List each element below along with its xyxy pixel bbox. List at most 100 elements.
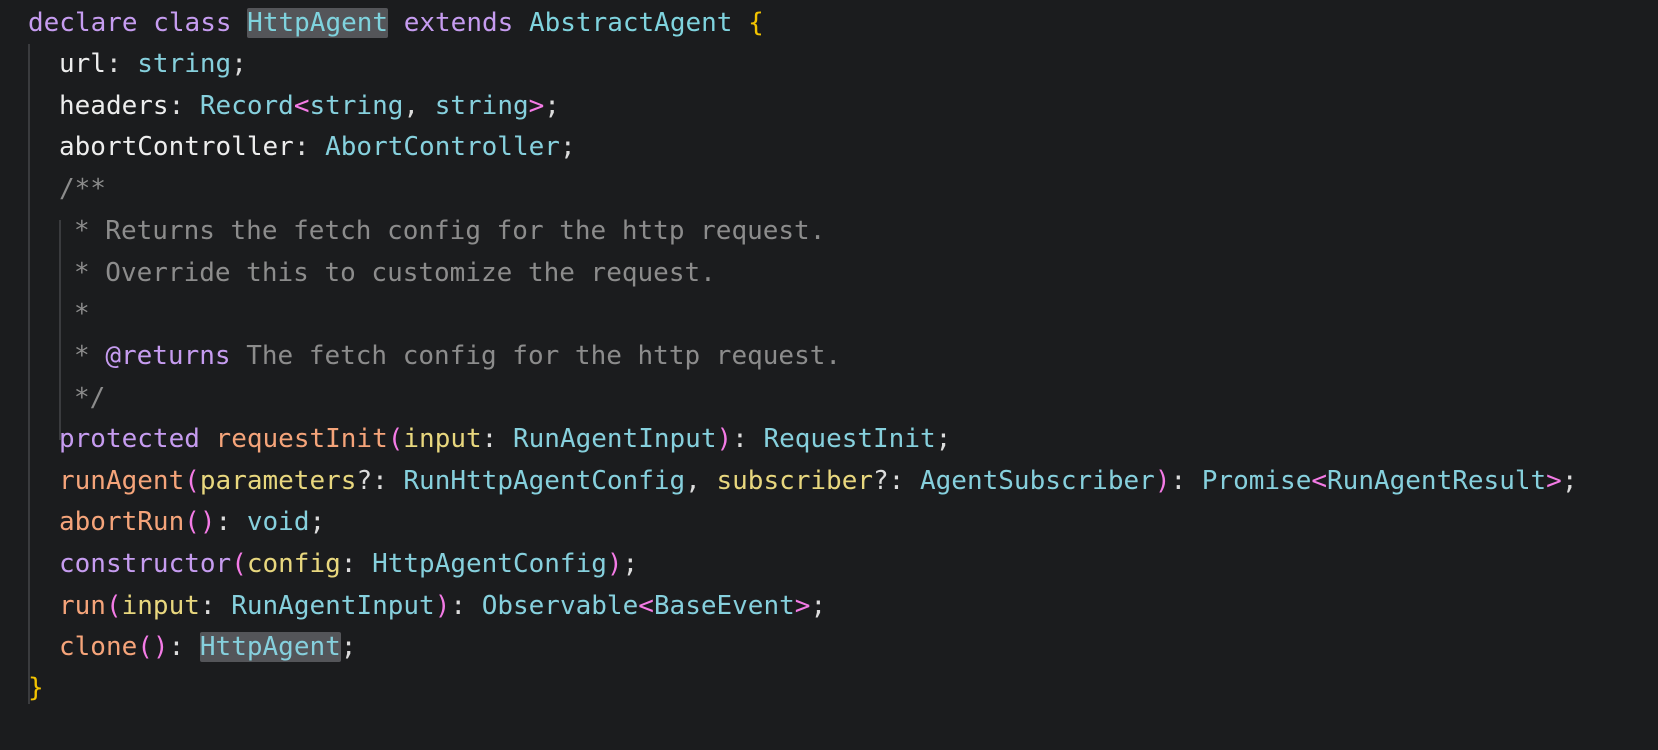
code-line-11[interactable]: protected requestInit(input: RunAgentInp…: [59, 417, 951, 461]
parens: (): [137, 632, 169, 662]
declare-keyword: declare: [28, 8, 138, 38]
code-line-17[interactable]: }: [28, 666, 44, 710]
type-arg: BaseEvent: [653, 591, 795, 621]
property-name: headers: [59, 91, 169, 121]
angle-open: <: [1311, 466, 1328, 496]
paren-close: ): [716, 424, 733, 454]
paren-open: (: [231, 549, 247, 579]
parameter-type: HttpAgentConfig: [372, 549, 607, 579]
comma: ,: [403, 91, 435, 121]
parameter-name: input: [121, 591, 200, 621]
colon: :: [168, 91, 200, 121]
doc-comment-line: * Returns the fetch config for the http …: [74, 216, 826, 246]
jsdoc-returns-tag: @returns: [105, 341, 231, 371]
optional-colon: ?:: [356, 466, 404, 496]
parameter-type: RunAgentInput: [512, 424, 717, 454]
parameter-type: AgentSubscriber: [920, 466, 1155, 496]
angle-open: <: [638, 591, 654, 621]
indent-guide: [28, 44, 30, 704]
colon: :: [293, 132, 326, 162]
semicolon: ;: [231, 49, 247, 79]
class-keyword: class: [153, 8, 232, 38]
method-name[interactable]: run: [59, 591, 106, 621]
method-name[interactable]: clone: [59, 632, 137, 662]
comment-indent-guide: [59, 220, 61, 440]
colon: :: [199, 591, 232, 621]
method-name[interactable]: abortRun: [59, 507, 184, 537]
paren-open: (: [105, 591, 122, 621]
type-name: Record: [199, 91, 294, 121]
parameter-type: RunHttpAgentConfig: [403, 466, 686, 496]
code-editor[interactable]: declare class HttpAgent extends Abstract…: [0, 0, 1658, 750]
paren-close: ): [434, 591, 451, 621]
close-brace: }: [28, 673, 44, 703]
code-line-3[interactable]: headers: Record<string, string>;: [59, 84, 560, 128]
return-type: Promise: [1201, 466, 1312, 496]
type-name: string: [137, 49, 232, 79]
code-line-14[interactable]: constructor(config: HttpAgentConfig);: [59, 542, 638, 586]
semicolon: ;: [340, 632, 357, 662]
method-name[interactable]: requestInit: [216, 424, 388, 454]
parameter-name: input: [403, 424, 482, 454]
base-class-name[interactable]: AbstractAgent: [529, 8, 733, 38]
type-arg: RunAgentResult: [1327, 466, 1547, 496]
constructor-keyword[interactable]: constructor: [59, 549, 231, 579]
return-type: RequestInit: [763, 424, 936, 454]
colon: :: [340, 549, 373, 579]
type-arg: string: [434, 91, 529, 121]
return-type: Observable: [481, 591, 639, 621]
class-name-highlighted[interactable]: HttpAgent: [247, 8, 389, 38]
code-line-15[interactable]: run(input: RunAgentInput): Observable<Ba…: [59, 584, 826, 628]
colon: :: [105, 49, 138, 79]
colon: :: [215, 507, 247, 537]
angle-open: <: [293, 91, 310, 121]
type-name: AbortController: [325, 132, 560, 162]
paren-close: ): [1154, 466, 1171, 496]
paren-open: (: [184, 466, 200, 496]
semicolon: ;: [559, 132, 576, 162]
property-name: abortController: [59, 132, 294, 162]
angle-close: >: [794, 591, 811, 621]
parameter-name: subscriber: [716, 466, 874, 496]
parameter-type: RunAgentInput: [231, 591, 435, 621]
colon: :: [1170, 466, 1202, 496]
colon: :: [450, 591, 482, 621]
parameter-name: config: [246, 549, 341, 579]
semicolon: ;: [309, 507, 326, 537]
semicolon: ;: [935, 424, 952, 454]
type-arg: string: [309, 91, 404, 121]
comment-text: The fetch config for the http request.: [230, 341, 842, 371]
angle-close: >: [1546, 466, 1562, 496]
code-line-16[interactable]: clone(): HttpAgent;: [59, 625, 356, 669]
return-type: void: [246, 507, 310, 537]
code-line-4[interactable]: abortController: AbortController;: [59, 125, 576, 169]
open-brace: {: [748, 8, 764, 38]
doc-comment-line: *: [74, 299, 90, 329]
parameter-name: parameters: [199, 466, 357, 496]
paren-open: (: [387, 424, 404, 454]
doc-comment-close: */: [74, 383, 106, 413]
comment-star: *: [74, 341, 106, 371]
code-line-2[interactable]: url: string;: [59, 42, 247, 86]
code-line-1[interactable]: declare class HttpAgent extends Abstract…: [28, 1, 764, 45]
semicolon: ;: [544, 91, 560, 121]
method-name[interactable]: runAgent: [59, 466, 184, 496]
property-name: url: [59, 49, 106, 79]
extends-keyword: extends: [403, 8, 514, 38]
colon: :: [481, 424, 513, 454]
colon: :: [732, 424, 764, 454]
comma: ,: [685, 466, 717, 496]
doc-comment-returns-line: * @returns The fetch config for the http…: [74, 334, 841, 378]
semicolon: ;: [1561, 466, 1578, 496]
return-type-highlighted[interactable]: HttpAgent: [199, 632, 341, 662]
semicolon: ;: [810, 591, 827, 621]
angle-close: >: [528, 91, 545, 121]
parens: (): [184, 507, 216, 537]
code-line-12[interactable]: runAgent(parameters?: RunHttpAgentConfig…: [59, 459, 1577, 503]
code-line-13[interactable]: abortRun(): void;: [59, 500, 325, 544]
protected-keyword: protected: [59, 424, 200, 454]
semicolon: ;: [622, 549, 639, 579]
doc-comment-line: * Override this to customize the request…: [74, 258, 716, 288]
optional-colon: ?:: [873, 466, 920, 496]
